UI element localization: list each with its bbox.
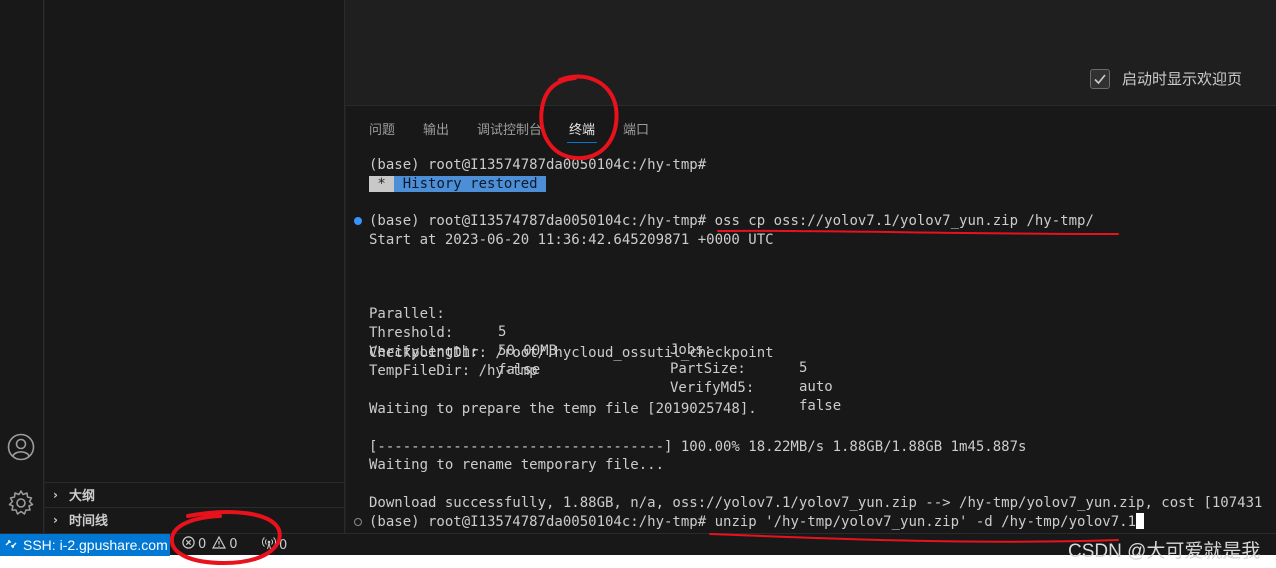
account-icon[interactable]: [4, 430, 38, 464]
remote-indicator[interactable]: SSH: i-2.gpushare.com: [0, 534, 170, 556]
sidebar-section-timeline[interactable]: › 时间线: [45, 507, 345, 531]
show-welcome-label: 启动时显示欢迎页: [1122, 70, 1243, 88]
error-count: 0: [198, 537, 207, 552]
editor-area: 启动时显示欢迎页: [346, 0, 1276, 105]
command-success-dot[interactable]: [354, 217, 362, 225]
terminal-line: Download successfully, 1.88GB, n/a, oss:…: [369, 495, 1263, 511]
terminal-prompt: (base) root@I13574787da0050104c:/hy-tmp#: [369, 514, 707, 530]
remote-label: SSH: i-2.gpushare.com: [23, 537, 168, 553]
csdn-watermark: CSDN @大可爱就是我: [1068, 541, 1261, 562]
tab-ports[interactable]: 端口: [623, 119, 649, 138]
param-value: false: [799, 398, 842, 414]
chevron-right-icon: ›: [53, 512, 58, 527]
param-value: 5: [498, 324, 507, 340]
bottom-panel: 问题 输出 调试控制台 终端 端口 (base) root@I13574787d…: [346, 105, 1276, 533]
ports-count: 0: [279, 537, 288, 553]
remote-icon: [5, 538, 17, 553]
warning-icon: [212, 535, 227, 553]
terminal-line: Waiting to rename temporary file...: [369, 457, 665, 473]
error-icon: [182, 536, 195, 553]
sidebar-section-label: 时间线: [69, 514, 109, 529]
terminal[interactable]: (base) root@I13574787da0050104c:/hy-tmp#…: [346, 154, 1276, 534]
sidebar-section-label: 大纲: [69, 489, 96, 504]
vscode-window: › 大纲 › 时间线 启动时显示欢迎页 问题 输出 调试控制台 终端 端口 (b…: [0, 0, 1276, 556]
panel-tabs: 问题 输出 调试控制台 终端 端口: [346, 106, 1276, 148]
broadcast-icon: [262, 536, 276, 554]
terminal-line: (base) root@I13574787da0050104c:/hy-tmp#…: [369, 513, 1145, 531]
terminal-line: CheckpointDir: /root/.hycloud_ossutil_ch…: [369, 345, 774, 361]
checkbox-box[interactable]: [1090, 68, 1110, 89]
history-marker: *: [369, 176, 395, 192]
terminal-param-row: Parallel: 5 Jobs: 5: [369, 287, 807, 376]
sidebar: › 大纲 › 时间线: [45, 0, 345, 533]
tab-problems[interactable]: 问题: [369, 119, 395, 138]
problems-indicator[interactable]: 0 0: [182, 535, 238, 553]
param-value: auto: [799, 379, 833, 395]
terminal-command: oss cp oss://yolov7.1/yolov7_yun.zip /hy…: [706, 213, 1094, 229]
param-key: VerifyMd5:: [670, 380, 755, 396]
terminal-line: Waiting to prepare the temp file [201902…: [369, 401, 757, 417]
terminal-param-row: VerifyLength: false VerifyMd5: false: [369, 325, 841, 414]
activity-bar: [0, 0, 44, 533]
history-restored-label: History restored: [394, 176, 547, 192]
param-value: 5: [799, 360, 808, 376]
terminal-cursor: [1136, 513, 1145, 529]
ports-indicator[interactable]: 0: [262, 536, 287, 554]
tab-output[interactable]: 输出: [423, 119, 449, 138]
terminal-prompt: (base) root@I13574787da0050104c:/hy-tmp#: [369, 213, 707, 229]
terminal-line: (base) root@I13574787da0050104c:/hy-tmp#…: [369, 212, 1094, 230]
tab-debug-console[interactable]: 调试控制台: [477, 119, 542, 138]
terminal-param-row: Threshold: 50.00MB PartSize: auto: [369, 306, 833, 395]
warning-count: 0: [229, 537, 238, 552]
terminal-line: * History restored: [369, 175, 547, 193]
checkmark-icon: [1094, 73, 1106, 84]
command-running-dot[interactable]: [354, 518, 362, 526]
tab-terminal[interactable]: 终端: [566, 119, 598, 143]
param-key: PartSize:: [670, 361, 746, 377]
chevron-right-icon: ›: [53, 487, 58, 502]
terminal-line: (base) root@I13574787da0050104c:/hy-tmp#: [369, 157, 707, 173]
gear-icon[interactable]: [4, 486, 38, 520]
show-welcome-checkbox[interactable]: 启动时显示欢迎页: [1090, 68, 1242, 89]
terminal-line: TempFileDir: /hy-tmp: [369, 363, 538, 379]
terminal-progress-line: [----------------------------------] 100…: [369, 439, 1027, 455]
sidebar-section-outline[interactable]: › 大纲: [45, 482, 345, 506]
terminal-line: Start at 2023-06-20 11:36:42.645209871 +…: [369, 232, 774, 248]
terminal-command: unzip '/hy-tmp/yolov7_yun.zip' -d /hy-tm…: [706, 514, 1137, 530]
